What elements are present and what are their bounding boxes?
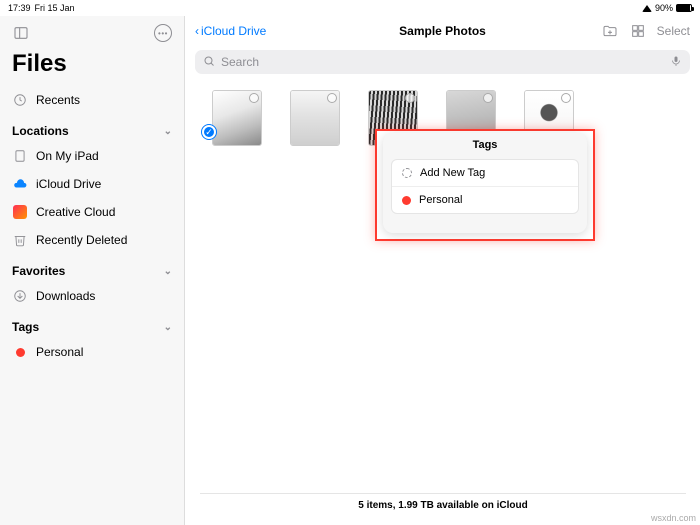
sidebar-item-label: Recently Deleted	[36, 233, 127, 247]
sidebar-item-label: Personal	[36, 345, 83, 359]
download-icon	[12, 288, 28, 304]
sidebar-item-on-my-ipad[interactable]: On My iPad	[0, 142, 184, 170]
status-date: Fri 15 Jan	[35, 3, 75, 13]
search-icon	[203, 55, 215, 70]
wifi-icon	[642, 5, 652, 12]
sidebar-item-label: Recents	[36, 93, 80, 107]
tag-dot-icon	[12, 344, 28, 360]
sidebar-item-icloud-drive[interactable]: iCloud Drive	[0, 170, 184, 198]
file-item[interactable]	[287, 90, 343, 179]
back-button[interactable]: ‹ iCloud Drive	[195, 24, 266, 38]
chevron-down-icon: ⌄	[164, 126, 172, 137]
battery-icon	[676, 4, 692, 12]
search-placeholder: Search	[221, 55, 259, 69]
sidebar-item-downloads[interactable]: Downloads	[0, 282, 184, 310]
more-button[interactable]: •••	[152, 22, 174, 44]
search-input[interactable]: Search	[195, 50, 690, 74]
sidebar-item-label: Downloads	[36, 289, 95, 303]
tags-popover: Tags Add New Tag Personal	[383, 133, 587, 233]
trash-icon	[12, 232, 28, 248]
select-circle-icon[interactable]	[405, 93, 415, 103]
watermark: wsxdn.com	[651, 513, 696, 523]
sidebar-item-label: On My iPad	[36, 149, 99, 163]
section-tags[interactable]: Tags ⌄	[0, 310, 184, 338]
sidebar: ••• Files Recents Locations ⌄ On My iPad…	[0, 16, 185, 525]
clock-icon	[12, 92, 28, 108]
sidebar-item-label: iCloud Drive	[36, 177, 101, 191]
select-circle-icon[interactable]	[327, 93, 337, 103]
tag-option-personal[interactable]: Personal	[392, 186, 578, 213]
sidebar-recents[interactable]: Recents	[0, 86, 184, 114]
status-footer: 5 items, 1.99 TB available on iCloud	[200, 493, 686, 511]
content-area: ‹ iCloud Drive Sample Photos Select Sear…	[185, 16, 700, 525]
sidebar-toggle-button[interactable]	[10, 22, 32, 44]
sidebar-item-label: Creative Cloud	[36, 205, 115, 219]
mic-icon[interactable]	[670, 55, 682, 70]
view-mode-icon[interactable]	[629, 22, 647, 40]
select-circle-icon[interactable]	[561, 93, 571, 103]
file-item[interactable]	[209, 90, 265, 179]
tags-popover-highlight: Tags Add New Tag Personal	[375, 129, 595, 241]
tag-dot-icon	[402, 196, 411, 205]
ellipsis-icon: •••	[154, 24, 172, 42]
battery-percent: 90%	[655, 3, 673, 13]
chevron-down-icon: ⌄	[164, 322, 172, 333]
section-favorites[interactable]: Favorites ⌄	[0, 254, 184, 282]
select-button[interactable]: Select	[657, 24, 690, 38]
add-new-tag-row[interactable]: Add New Tag	[392, 160, 578, 186]
sidebar-item-recently-deleted[interactable]: Recently Deleted	[0, 226, 184, 254]
ipad-icon	[12, 148, 28, 164]
file-thumbnail	[212, 90, 262, 146]
chevron-left-icon: ‹	[195, 24, 199, 38]
sidebar-item-tag-personal[interactable]: Personal	[0, 338, 184, 366]
chevron-down-icon: ⌄	[164, 266, 172, 277]
status-bar: 17:39 Fri 15 Jan 90%	[0, 0, 700, 16]
add-tag-icon	[402, 168, 412, 178]
sidebar-item-creative-cloud[interactable]: Creative Cloud	[0, 198, 184, 226]
select-circle-icon[interactable]	[483, 93, 493, 103]
cloud-icon	[12, 176, 28, 192]
section-locations[interactable]: Locations ⌄	[0, 114, 184, 142]
select-circle-icon[interactable]	[249, 93, 259, 103]
page-title: Sample Photos	[399, 24, 486, 38]
new-folder-icon[interactable]	[601, 22, 619, 40]
creative-cloud-icon	[12, 204, 28, 220]
status-time: 17:39	[8, 3, 31, 13]
nav-bar: ‹ iCloud Drive Sample Photos Select	[185, 16, 700, 46]
sidebar-title: Files	[0, 50, 184, 86]
popover-title: Tags	[383, 133, 587, 159]
selection-check-icon[interactable]: ✓	[202, 125, 216, 139]
